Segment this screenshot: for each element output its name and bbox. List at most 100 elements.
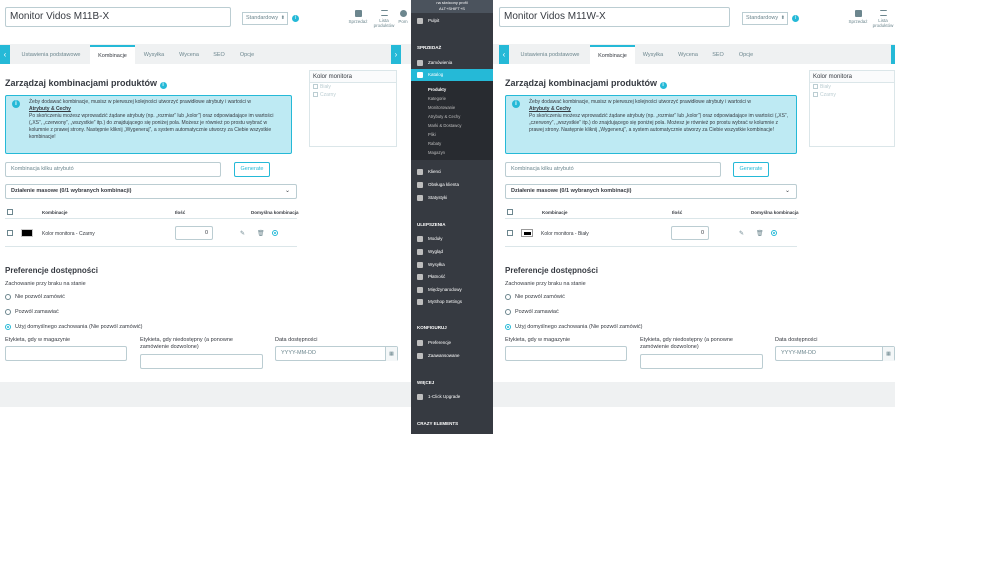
sidebar-item-international[interactable]: Międzynarodowy	[411, 284, 493, 296]
sales-button[interactable]: Sprzedaż	[345, 10, 371, 24]
in-stock-label-input[interactable]	[5, 346, 127, 361]
delete-icon[interactable]: 🗑	[257, 230, 265, 237]
default-behavior-radio[interactable]	[5, 324, 11, 330]
sidebar-item-orders[interactable]: Zamówienia	[411, 57, 493, 69]
default-combination-radio[interactable]	[771, 230, 777, 236]
sidebar-item-customer-service[interactable]: Obsługa klienta	[411, 179, 493, 191]
availability-date-input[interactable]: YYYY-MM-DD ▦	[775, 346, 895, 361]
select-all-checkbox[interactable]	[7, 209, 13, 215]
sidebar-item-customers[interactable]: Klienci	[411, 166, 493, 178]
attribute-option[interactable]: Czarny	[810, 91, 894, 99]
tab-seo[interactable]: SEO	[707, 45, 729, 65]
sidebar-item-advanced[interactable]: Zaawansowane	[411, 350, 493, 362]
sidebar-section-more: WIĘCEJ	[417, 380, 435, 385]
tab-scroll-right-button[interactable]	[891, 45, 895, 64]
in-stock-label-input[interactable]	[505, 346, 627, 361]
catalog-submenu: Produkty Kategorie Monitorowanie Atrybut…	[411, 81, 493, 160]
calendar-icon[interactable]: ▦	[882, 347, 894, 361]
submenu-files[interactable]: Pliki	[428, 132, 436, 137]
generate-button[interactable]: Generate	[733, 162, 769, 177]
sidebar-item-upgrade[interactable]: 1-Click Upgrade	[411, 391, 493, 403]
backorder-label-input[interactable]	[140, 354, 263, 369]
quantity-input[interactable]: 0	[175, 226, 213, 240]
product-list-button[interactable]: Lista produktów	[371, 10, 397, 28]
help-icon[interactable]: i	[159, 82, 167, 89]
sidebar-item-dashboard[interactable]: Pulpit	[411, 15, 493, 27]
submenu-brands[interactable]: Marki & Dostawcy	[428, 123, 462, 128]
product-type-select[interactable]: Standardowy ⬍	[242, 12, 288, 25]
tab-combinations[interactable]: Kombinacje	[590, 45, 635, 65]
tab-shipping[interactable]: Wysyłka	[138, 45, 170, 65]
help-button[interactable]: Pom	[396, 10, 410, 24]
sidebar-item-modules[interactable]: Moduły	[411, 233, 493, 245]
edit-icon[interactable]: ✎	[739, 230, 744, 237]
attributes-link[interactable]: Atrybuty & Cechy	[29, 106, 285, 113]
tab-scroll-left-button[interactable]: ‹	[499, 45, 509, 64]
column-header-default: Domyślna kombinacja	[251, 210, 299, 215]
allow-orders-radio[interactable]	[505, 309, 511, 315]
sidebar-item-payment[interactable]: Płatność	[411, 271, 493, 283]
submenu-categories[interactable]: Kategorie	[428, 96, 446, 101]
tab-shipping[interactable]: Wysyłka	[637, 45, 669, 65]
tab-pricing[interactable]: Wycena	[172, 45, 206, 65]
sidebar-item-catalog[interactable]: Katalog	[411, 69, 493, 81]
attribute-option[interactable]: Czarny	[310, 91, 396, 99]
edit-icon[interactable]: ✎	[240, 230, 245, 237]
tab-options[interactable]: Opcje	[731, 45, 761, 65]
product-name-field[interactable]: Monitor Vidos M11B-X	[5, 7, 231, 27]
submenu-discounts[interactable]: Rabaty	[428, 141, 441, 146]
row-checkbox[interactable]	[7, 230, 13, 236]
tab-pricing[interactable]: Wycena	[671, 45, 705, 65]
sales-button[interactable]: Sprzedaż	[845, 10, 871, 24]
help-icon[interactable]: i	[792, 15, 799, 22]
calendar-icon[interactable]: ▦	[385, 347, 397, 361]
submenu-monitoring[interactable]: Monitorowanie	[428, 105, 455, 110]
checkbox[interactable]	[313, 84, 318, 90]
help-icon[interactable]: i	[292, 15, 299, 22]
availability-date-input[interactable]: YYYY-MM-DD ▦	[275, 346, 398, 361]
delete-icon[interactable]: 🗑	[756, 230, 764, 237]
tab-scroll-left-button[interactable]: ‹	[0, 45, 10, 64]
combination-name: Kolor monitora - Czarny	[42, 231, 95, 237]
attributes-link[interactable]: Atrybuty & Cechy	[529, 106, 790, 113]
product-type-select[interactable]: Standardowy ⬍	[742, 12, 788, 25]
select-all-checkbox[interactable]	[507, 209, 513, 215]
sidebar-item-stats[interactable]: Statystyki	[411, 192, 493, 204]
sidebar-item-preferences[interactable]: Preferencje	[411, 337, 493, 349]
submenu-stock[interactable]: Magazyn	[428, 150, 445, 155]
default-behavior-radio[interactable]	[505, 324, 511, 330]
sidebar-item-shipping[interactable]: Wysyłka	[411, 259, 493, 271]
product-list-button[interactable]: Lista produktów	[870, 10, 895, 28]
backorder-label-input[interactable]	[640, 354, 763, 369]
combination-generator-input[interactable]: Kombinacja kilku atrybutó	[5, 162, 221, 177]
tab-basic-settings[interactable]: Ustawienia podstawowe	[514, 45, 586, 65]
sidebar-item-design[interactable]: Wygląd	[411, 246, 493, 258]
attribute-option[interactable]: Biały	[310, 83, 396, 91]
quantity-input[interactable]: 0	[671, 226, 709, 240]
bulk-action-dropdown[interactable]: Działenie masowe (0/1 wybranych kombinac…	[505, 184, 797, 199]
checkbox[interactable]	[313, 92, 318, 98]
deny-orders-radio[interactable]	[505, 294, 511, 300]
tab-seo[interactable]: SEO	[208, 45, 230, 65]
row-checkbox[interactable]	[507, 230, 513, 236]
product-name-field[interactable]: Monitor Vidos M11W-X	[499, 7, 730, 27]
sidebar-item-myshop[interactable]: MyShop Settings	[411, 296, 493, 308]
bulk-action-dropdown[interactable]: Działenie masowe (0/1 wybranych kombinac…	[5, 184, 297, 199]
deny-orders-label: Nie pozwól zamówić	[515, 294, 565, 300]
help-circle-icon	[399, 10, 407, 17]
checkbox[interactable]	[813, 84, 818, 90]
tab-basic-settings[interactable]: Ustawienia podstawowe	[15, 45, 87, 65]
deny-orders-radio[interactable]	[5, 294, 11, 300]
checkbox[interactable]	[813, 92, 818, 98]
submenu-attributes[interactable]: Atrybuty & Cechy	[428, 114, 460, 119]
combination-generator-input[interactable]: Kombinacja kilku atrybutó	[505, 162, 721, 177]
allow-orders-radio[interactable]	[5, 309, 11, 315]
help-icon[interactable]: i	[659, 82, 667, 89]
default-combination-radio[interactable]	[272, 230, 278, 236]
attribute-option[interactable]: Biały	[810, 83, 894, 91]
submenu-products[interactable]: Produkty	[428, 87, 446, 92]
generate-button[interactable]: Generate	[234, 162, 270, 177]
tab-combinations[interactable]: Kombinacje	[90, 45, 135, 65]
tab-options[interactable]: Opcje	[232, 45, 262, 65]
tab-scroll-right-button[interactable]: ›	[391, 45, 401, 64]
